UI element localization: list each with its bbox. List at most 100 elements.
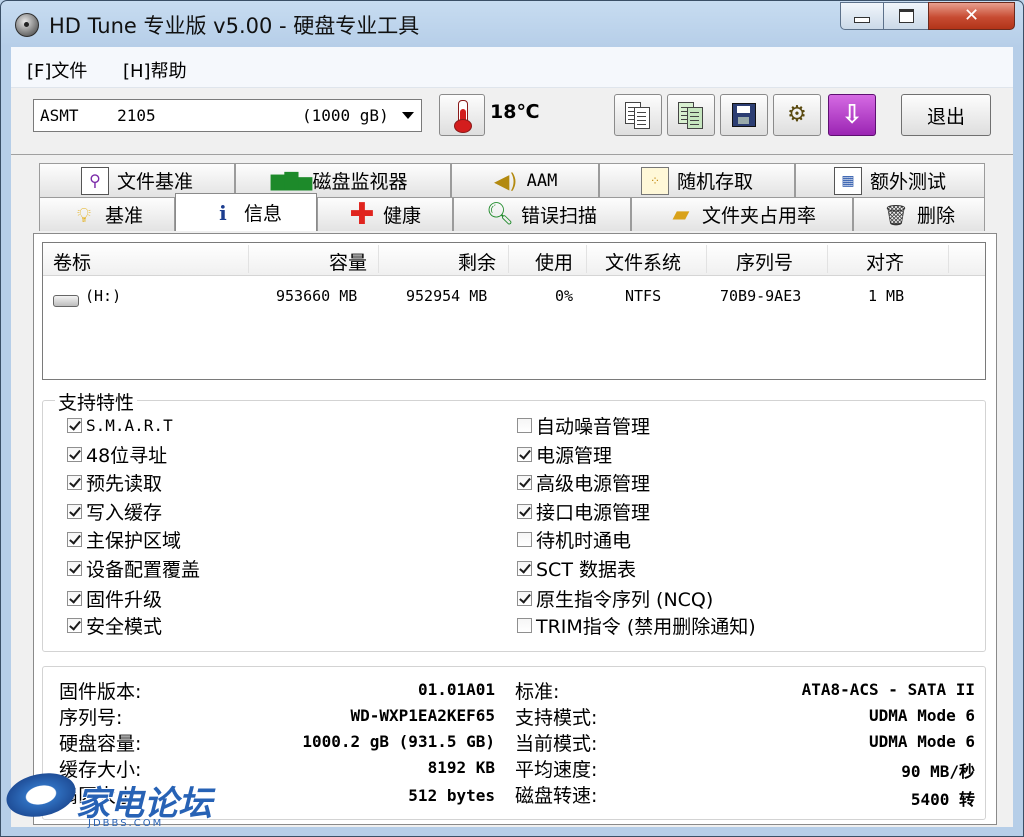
feature-interface-pm: 接口电源管理 xyxy=(517,499,650,524)
feature-power-management: 电源管理 xyxy=(517,442,612,467)
toolbar: ASMT 2105 (1000 gB) 18℃ ⚙ ⇩ 退出 xyxy=(11,88,1013,155)
download-button[interactable]: ⇩ xyxy=(828,94,876,136)
save-button[interactable] xyxy=(720,94,768,136)
standard-label: 标准: xyxy=(515,681,560,703)
feature-puis: 待机时通电 xyxy=(517,527,631,552)
drive-icon xyxy=(53,295,79,307)
tab-folder-usage[interactable]: ▰ 文件夹占用率 xyxy=(631,197,853,231)
sector-value: 512 bytes xyxy=(408,786,495,805)
feature-ncq: 原生指令序列 (NCQ) xyxy=(517,586,713,611)
tab-aam[interactable]: ◀) AAM xyxy=(451,163,599,197)
tab-file-benchmark[interactable]: ⚲ 文件基准 xyxy=(39,163,235,197)
standard-value: ATA8-ACS - SATA II xyxy=(801,680,975,699)
firmware-value: 01.01A01 xyxy=(417,680,495,699)
close-button[interactable]: ✕ xyxy=(928,2,1015,30)
tab-health[interactable]: ✚ 健康 xyxy=(317,197,453,232)
feature-firmware-upgrade: 固件升级 xyxy=(67,586,162,611)
feature-security-mode: 安全模式 xyxy=(67,613,162,638)
average-speed-value: 90 MB/秒 xyxy=(901,762,975,781)
column-header-free[interactable]: 剩余 xyxy=(458,248,496,275)
save-icon xyxy=(732,103,756,127)
column-header-capacity[interactable]: 容量 xyxy=(329,248,367,275)
checkbox xyxy=(517,417,532,433)
firmware-label: 固件版本: xyxy=(59,681,142,703)
rotation-speed-value: 5400 转 xyxy=(910,790,975,809)
rotation-speed-label: 磁盘转速: xyxy=(515,785,598,807)
lightbulb-icon: 💡︎ xyxy=(76,202,91,227)
forum-logo-icon xyxy=(2,767,80,823)
magnifier-icon: 🔍︎ xyxy=(486,202,514,227)
column-header-used[interactable]: 使用 xyxy=(535,248,573,275)
volume-used: 0% xyxy=(555,287,574,305)
feature-48bit: 48位寻址 xyxy=(67,442,167,467)
temperature-button[interactable] xyxy=(439,94,485,136)
checkbox xyxy=(67,617,82,633)
checkbox xyxy=(517,560,532,576)
volume-list-header: 卷标 容量 剩余 使用 文件系统 序列号 对齐 xyxy=(43,243,985,276)
volume-label: (H:) xyxy=(85,287,122,305)
capacity-value: 1000.2 gB (931.5 GB) xyxy=(302,732,495,751)
feature-read-lookahead: 预先读取 xyxy=(67,470,162,495)
average-speed-label: 平均速度: xyxy=(515,759,598,781)
column-header-filesystem[interactable]: 文件系统 xyxy=(605,248,681,275)
info-tab-panel: 卷标 容量 剩余 使用 文件系统 序列号 对齐 (H:) 953660 MB 9… xyxy=(33,233,997,825)
options-button[interactable]: ⚙ xyxy=(773,94,821,136)
feature-trim: TRIM指令 (禁用删除通知) xyxy=(517,613,756,638)
serial-value: WD-WXP1EA2KEF65 xyxy=(350,706,496,725)
supported-mode-label: 支持模式: xyxy=(515,707,598,729)
column-header-alignment[interactable]: 对齐 xyxy=(866,248,904,275)
capacity-label: 硬盘容量: xyxy=(59,733,142,755)
tab-disk-monitor[interactable]: ▆▇▅ 磁盘监视器 xyxy=(235,163,451,197)
column-header-volume[interactable]: 卷标 xyxy=(53,248,91,275)
feature-smart: S.M.A.R.T xyxy=(67,413,173,437)
options-icon: ⚙ xyxy=(787,102,807,127)
checkbox xyxy=(517,503,532,519)
temperature-value: 18℃ xyxy=(490,101,540,123)
tab-benchmark[interactable]: 💡︎ 基准 xyxy=(39,197,175,231)
feature-apm: 高级电源管理 xyxy=(517,470,650,495)
thermometer-bulb xyxy=(454,119,472,133)
tab-erase[interactable]: 🗑︎ 删除 xyxy=(853,197,985,231)
maximize-icon xyxy=(898,9,914,23)
checkbox xyxy=(67,446,82,462)
minimize-button[interactable] xyxy=(840,2,884,30)
volume-list[interactable]: 卷标 容量 剩余 使用 文件系统 序列号 对齐 (H:) 953660 MB 9… xyxy=(42,242,986,380)
checkbox xyxy=(517,617,532,633)
tab-random-access[interactable]: ⁘ 随机存取 xyxy=(599,163,795,197)
client-area: [F]文件 [H]帮助 ASMT 2105 (1000 gB) 18℃ ⚙ ⇩ … xyxy=(11,47,1013,827)
tab-info[interactable]: i 信息 xyxy=(175,193,317,231)
feature-dco: 设备配置覆盖 xyxy=(67,556,200,581)
feature-write-cache: 写入缓存 xyxy=(67,499,162,524)
menu-file[interactable]: [F]文件 xyxy=(27,57,87,83)
copy-screenshot-button[interactable] xyxy=(667,94,715,136)
checkbox xyxy=(517,474,532,490)
checkbox xyxy=(67,503,82,519)
speaker-icon: ◀) xyxy=(494,168,518,193)
checkbox xyxy=(517,590,532,606)
maximize-button[interactable] xyxy=(883,2,929,30)
features-title: 支持特性 xyxy=(55,388,138,415)
copy-text-icon xyxy=(625,102,651,129)
checkbox xyxy=(67,531,82,547)
column-header-serial[interactable]: 序列号 xyxy=(736,248,793,275)
health-cross-icon: ✚ xyxy=(349,197,375,232)
tab-extra-tests[interactable]: ▦ 额外测试 xyxy=(795,163,985,197)
checkbox xyxy=(517,531,532,547)
supported-mode-value: UDMA Mode 6 xyxy=(869,706,975,725)
app-window: HD Tune 专业版 v5.00 - 硬盘专业工具 ✕ [F]文件 [H]帮助… xyxy=(0,0,1024,837)
download-icon: ⇩ xyxy=(841,100,863,130)
disk-monitor-icon: ▆▇▅ xyxy=(270,170,313,191)
checkbox xyxy=(67,590,82,606)
menu-help[interactable]: [H]帮助 xyxy=(123,57,187,83)
volume-filesystem: NTFS xyxy=(625,287,662,305)
drive-dropdown[interactable]: ASMT 2105 (1000 gB) xyxy=(33,99,422,132)
cache-value: 8192 KB xyxy=(427,758,495,777)
title-bar[interactable]: HD Tune 专业版 v5.00 - 硬盘专业工具 ✕ xyxy=(1,1,1023,47)
extra-tests-icon: ▦ xyxy=(833,166,862,195)
feature-aam: 自动噪音管理 xyxy=(517,413,650,438)
exit-button[interactable]: 退出 xyxy=(901,94,991,136)
copy-text-button[interactable] xyxy=(614,94,662,136)
tab-error-scan[interactable]: 🔍︎ 错误扫描 xyxy=(453,197,631,231)
checkbox xyxy=(67,417,82,433)
feature-hpa: 主保护区域 xyxy=(67,527,181,552)
